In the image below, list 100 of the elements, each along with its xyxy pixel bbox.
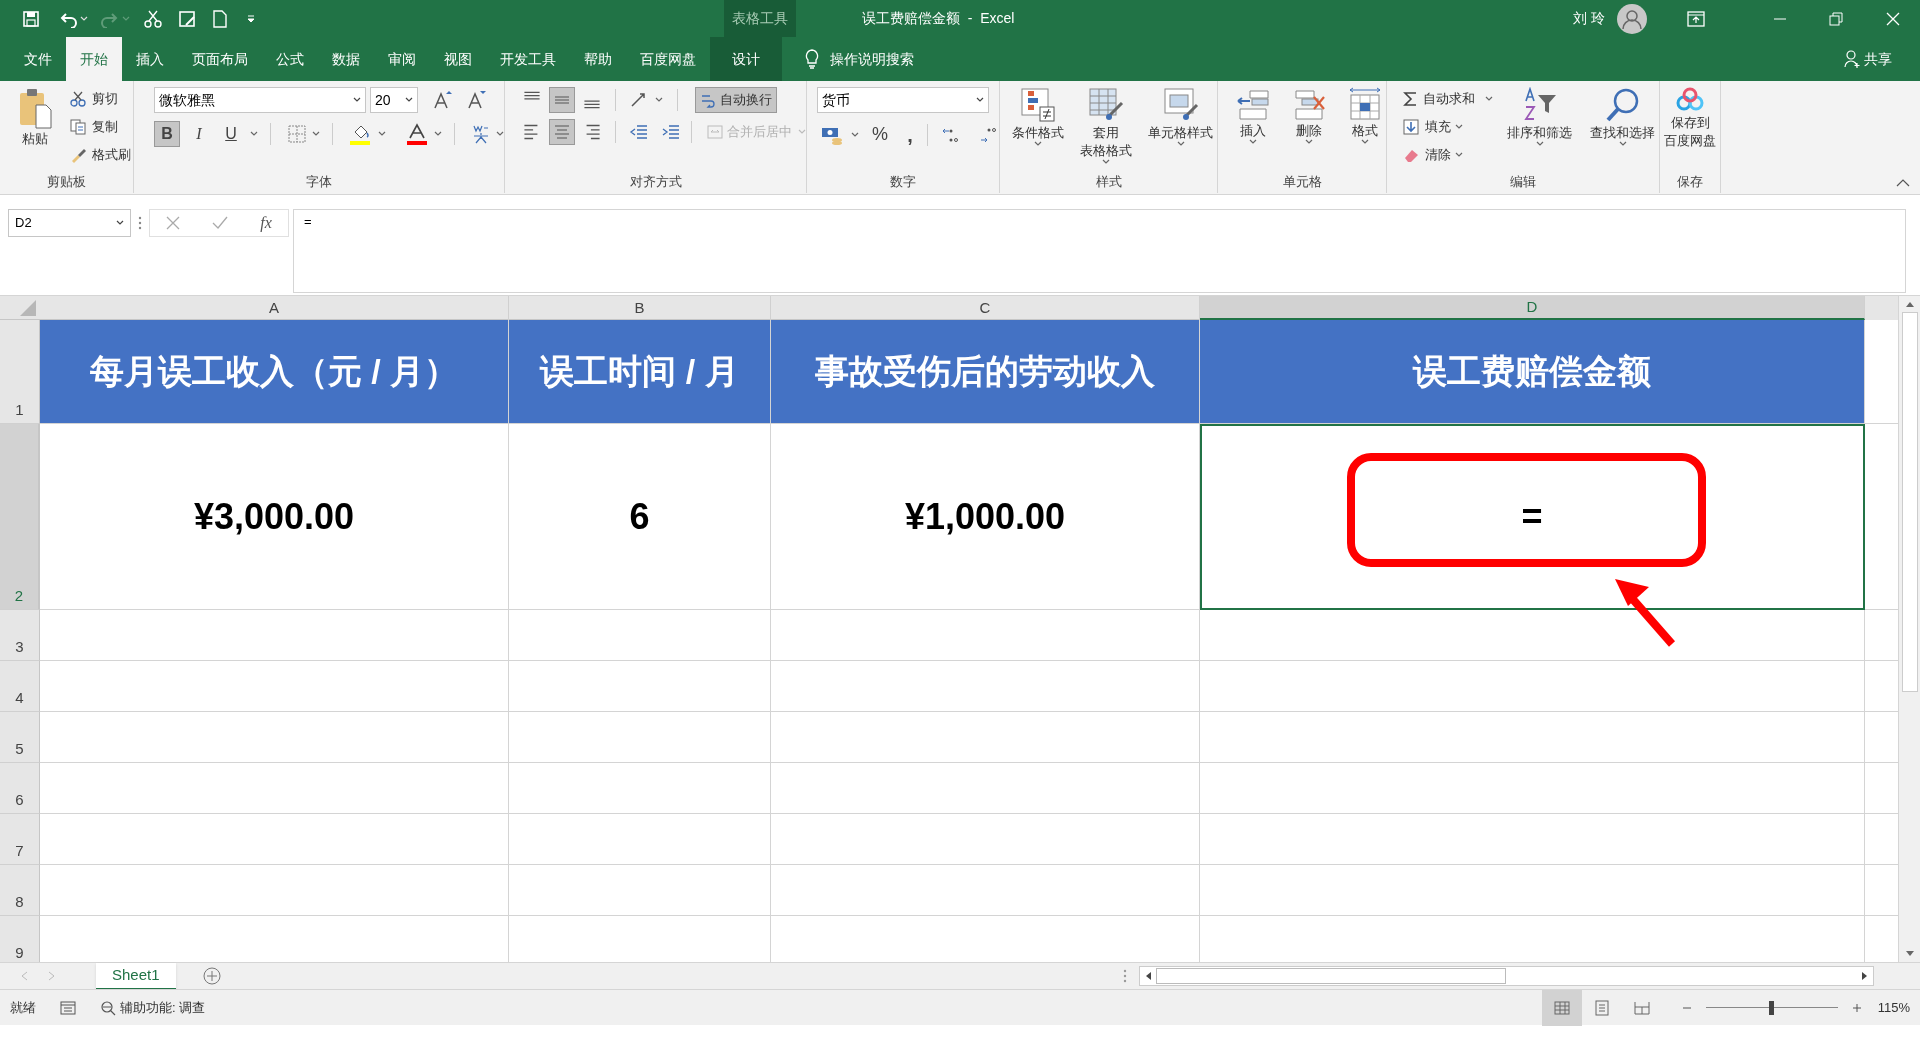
macro-record-icon[interactable] [60, 1000, 76, 1015]
table-cell[interactable] [509, 814, 771, 865]
caret-icon[interactable] [1102, 159, 1110, 165]
tell-me-search[interactable]: 操作说明搜索 [830, 48, 914, 70]
scroll-up-icon[interactable] [1904, 300, 1915, 308]
ribbon-tab[interactable]: 帮助 [570, 37, 626, 81]
save-as-icon[interactable] [178, 9, 196, 28]
wrap-text-button[interactable]: 自动换行 [695, 87, 777, 113]
table-cell[interactable] [509, 661, 771, 712]
row-header[interactable]: 9 [0, 916, 40, 962]
row-header[interactable]: 2 [0, 424, 40, 610]
check-icon[interactable] [212, 216, 229, 230]
header-cell[interactable]: 每月误工收入（元 / 月） [40, 320, 509, 424]
caret-icon[interactable] [1034, 141, 1042, 147]
fill-button[interactable]: 填充 [1401, 115, 1453, 139]
font-name-field[interactable]: 微软雅黑 [154, 87, 366, 113]
ribbon-display-icon[interactable] [1687, 10, 1705, 27]
row-header[interactable]: 1 [0, 320, 40, 424]
table-cell[interactable]: ¥1,000.00 [771, 424, 1200, 610]
save-to-cloud-button[interactable]: 保存到 百度网盘 [1660, 87, 1720, 171]
row-header[interactable]: 4 [0, 661, 40, 712]
number-format-field[interactable]: 货币 [817, 87, 989, 113]
phonetic-guide-icon[interactable] [472, 124, 490, 144]
cancel-icon[interactable] [166, 216, 181, 230]
ribbon-tab[interactable]: 数据 [318, 37, 374, 81]
accessibility-status[interactable]: 辅助功能: 调查 [120, 997, 206, 1018]
row-header[interactable]: 5 [0, 712, 40, 763]
name-box[interactable]: D2 [8, 209, 131, 237]
insert-function-button[interactable]: fx [260, 211, 272, 235]
zoom-slider[interactable] [1705, 1000, 1838, 1015]
table-cell[interactable] [509, 763, 771, 814]
table-cell[interactable]: 6 [509, 424, 771, 610]
accessibility-icon[interactable] [100, 999, 116, 1016]
copy-button[interactable]: 复制 [68, 115, 133, 139]
caret-icon[interactable] [1305, 139, 1313, 145]
cells-button[interactable]: 删除 [1288, 87, 1330, 139]
ribbon-tab[interactable]: 文件 [10, 37, 66, 81]
decrease-indent-icon[interactable] [629, 122, 649, 142]
table-cell[interactable] [40, 865, 509, 916]
formula-field[interactable]: = [293, 209, 1906, 293]
table-cell[interactable] [40, 763, 509, 814]
table-cell[interactable] [40, 610, 509, 661]
table-cell[interactable] [40, 814, 509, 865]
increase-indent-icon[interactable] [661, 122, 681, 142]
normal-view-icon[interactable] [1541, 989, 1582, 1026]
autosum-button[interactable]: 自动求和 [1401, 87, 1477, 111]
caret-icon[interactable] [1455, 124, 1463, 130]
table-cell[interactable]: ¥3,000.00 [40, 424, 509, 610]
row-header[interactable]: 7 [0, 814, 40, 865]
table-cell[interactable] [771, 712, 1200, 763]
table-cell[interactable] [509, 865, 771, 916]
table-cell[interactable] [1200, 763, 1865, 814]
font-color-icon[interactable] [406, 123, 428, 145]
table-cell[interactable] [1200, 865, 1865, 916]
styles-button[interactable]: 单元格样式 [1144, 87, 1217, 141]
table-cell[interactable] [1200, 814, 1865, 865]
styles-button[interactable]: 套用 表格格式 [1076, 87, 1136, 159]
paste-button[interactable]: 粘贴 [14, 87, 56, 171]
caret-icon[interactable] [1176, 141, 1185, 147]
caret-icon[interactable] [1249, 139, 1257, 145]
customize-menu-icon[interactable] [246, 13, 256, 24]
restore-icon[interactable] [1829, 11, 1843, 26]
table-cell[interactable] [771, 865, 1200, 916]
zoom-level[interactable]: 115% [1877, 997, 1910, 1018]
caret-icon[interactable] [405, 97, 413, 103]
cut-button[interactable]: 剪切 [68, 87, 133, 111]
format-painter-button[interactable]: 格式刷 [68, 143, 133, 167]
more-options-icon[interactable] [138, 216, 142, 230]
caret-icon[interactable] [496, 131, 504, 137]
clear-button[interactable]: 清除 [1401, 143, 1453, 167]
caret-icon[interactable] [434, 131, 442, 137]
row-header[interactable]: 6 [0, 763, 40, 814]
caret-icon[interactable] [1618, 141, 1627, 147]
caret-icon[interactable] [976, 97, 984, 103]
header-cell[interactable]: 事故受伤后的劳动收入 [771, 320, 1200, 424]
fill-color-icon[interactable] [350, 123, 372, 145]
format-toggle-button[interactable]: I [186, 121, 212, 147]
table-cell[interactable] [771, 763, 1200, 814]
scissors-icon[interactable] [144, 9, 162, 28]
caret-icon[interactable] [655, 97, 663, 103]
header-cell[interactable]: 误工费赔偿金额 [1200, 320, 1865, 424]
scroll-down-icon[interactable] [1904, 950, 1915, 958]
new-document-icon[interactable] [212, 9, 228, 28]
percent-style-button[interactable]: % [867, 121, 893, 148]
caret-icon[interactable] [1455, 152, 1463, 158]
font-size-field[interactable]: 20 [370, 87, 418, 113]
scroll-right-icon[interactable] [1860, 971, 1869, 981]
find-select-button[interactable]: 查找和选择 [1586, 87, 1659, 141]
row-header[interactable]: 3 [0, 610, 40, 661]
ribbon-tab[interactable]: 设计 [710, 37, 782, 81]
avatar-icon[interactable] [1617, 3, 1647, 34]
header-cell[interactable]: 误工时间 / 月 [509, 320, 771, 424]
table-cell[interactable] [1200, 712, 1865, 763]
add-sheet-icon[interactable] [201, 966, 222, 986]
slider-thumb[interactable] [1769, 1000, 1775, 1015]
increase-font-icon[interactable] [432, 90, 452, 110]
caret-icon[interactable] [851, 131, 859, 138]
format-toggle-button[interactable]: B [154, 121, 180, 147]
collapse-ribbon-icon[interactable] [1896, 178, 1910, 188]
table-cell[interactable] [40, 661, 509, 712]
